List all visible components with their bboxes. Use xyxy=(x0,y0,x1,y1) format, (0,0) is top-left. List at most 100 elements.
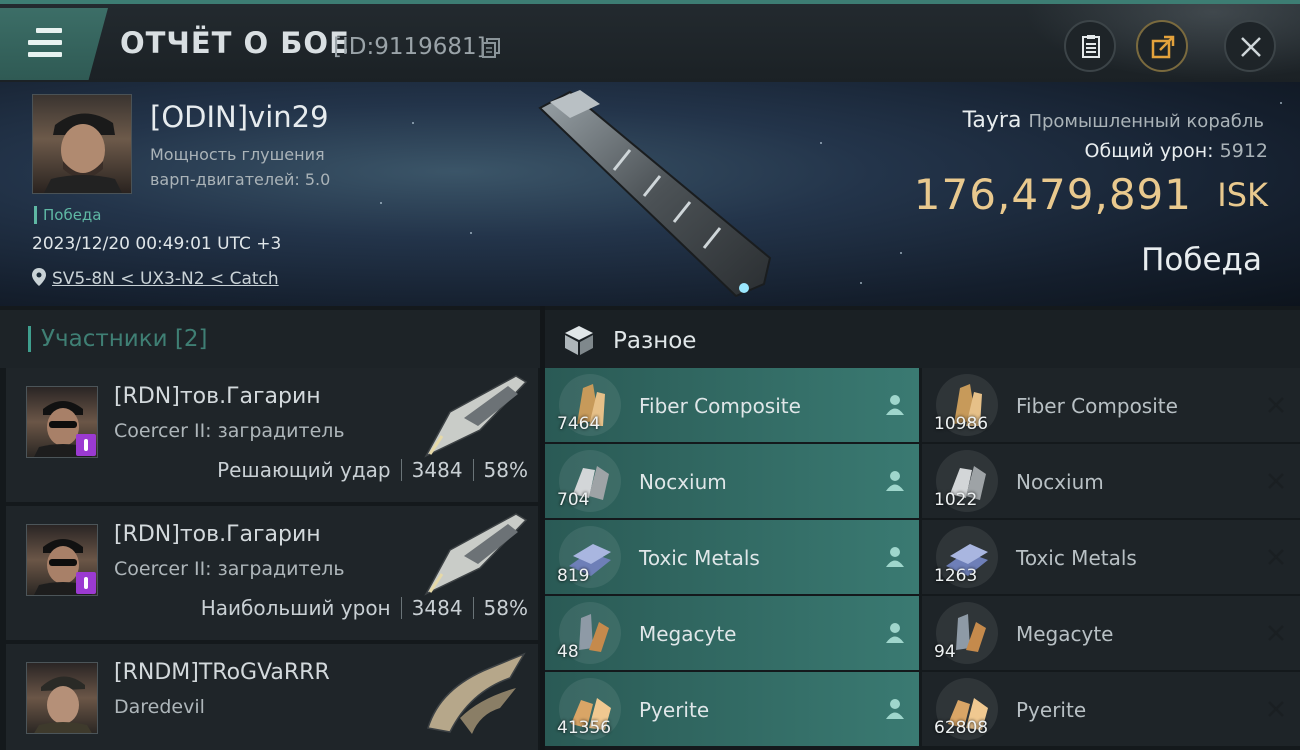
info-badge-icon[interactable] xyxy=(76,572,96,594)
cube-icon xyxy=(565,326,593,355)
page-title: ОТЧЁТ О БОЕ xyxy=(120,26,350,60)
participant-stats: Наибольший урон 3484 58% xyxy=(201,596,528,620)
item-quantity: 10986 xyxy=(934,414,989,434)
destroyed-x-icon xyxy=(1268,625,1284,641)
battle-result: Победа xyxy=(1141,242,1262,278)
item-name: Toxic Metals xyxy=(1016,546,1137,570)
participant-avatar xyxy=(26,662,98,734)
battle-id: [ID:9119681] xyxy=(333,34,486,60)
destroyed-x-icon xyxy=(1268,701,1284,717)
destroyed-x-icon xyxy=(1268,549,1284,565)
person-icon xyxy=(886,547,904,567)
victim-hero: [ODIN]vin29 Мощность глушения варп-двига… xyxy=(0,82,1300,306)
report-button[interactable] xyxy=(1064,20,1116,72)
location-text: SV5-8N < UX3-N2 < Catch xyxy=(52,269,279,289)
ship-name: Tayra xyxy=(962,108,1022,133)
top-bar: ОТЧЁТ О БОЕ [ID:9119681] xyxy=(0,0,1300,86)
participant-role: Решающий удар xyxy=(217,458,391,482)
participant-row[interactable]: [RDN]тов.Гагарин Coercer II: заградитель… xyxy=(6,368,538,502)
close-button[interactable] xyxy=(1224,20,1276,72)
attribute-line-1: Мощность глушения xyxy=(150,145,325,164)
victim-ship[interactable]: Tayra Промышленный корабль xyxy=(963,108,1264,133)
participant-percent: 58% xyxy=(483,596,528,620)
participant-name: [RDN]тов.Гагарин xyxy=(114,384,321,409)
share-icon xyxy=(1151,35,1175,59)
participant-ship-image xyxy=(424,513,528,596)
attribute-line-2: варп-двигателей: 5.0 xyxy=(150,170,331,189)
participant-damage: 3484 xyxy=(411,596,463,620)
participant-row[interactable]: [RNDM]TRoGVaRRR Daredevil xyxy=(6,644,538,750)
participant-row[interactable]: [RDN]тов.Гагарин Coercer II: заградитель… xyxy=(6,506,538,640)
item-name: Megacyte xyxy=(1016,622,1114,646)
destroyed-item[interactable]: 10986 Fiber Composite xyxy=(922,368,1300,442)
item-name: Nocxium xyxy=(639,470,727,494)
destroyed-item[interactable]: 1022 Nocxium xyxy=(922,444,1300,518)
item-quantity: 41356 xyxy=(557,718,612,738)
battle-datetime: 2023/12/20 00:49:01 UTC +3 xyxy=(32,234,282,254)
participant-ship-image xyxy=(427,652,526,734)
item-name: Megacyte xyxy=(639,622,737,646)
location-pin-icon xyxy=(32,268,46,286)
isk-value: 176,479,891 xyxy=(913,170,1192,219)
participant-ship-image xyxy=(424,375,528,458)
victim-attribute: Мощность глушения варп-двигателей: 5.0 xyxy=(150,142,330,192)
hamburger-icon xyxy=(28,28,62,64)
item-quantity: 62808 xyxy=(934,718,989,738)
item-quantity: 94 xyxy=(934,642,956,662)
participants-header[interactable]: Участники [2] xyxy=(0,310,540,368)
participant-ship: Coercer II: заградитель xyxy=(114,420,345,442)
result-tag: Победа xyxy=(34,206,102,224)
destroyed-item[interactable]: 94 Megacyte xyxy=(922,596,1300,670)
share-button[interactable] xyxy=(1136,20,1188,72)
destroyed-x-icon xyxy=(1268,473,1284,489)
participant-name: [RNDM]TRoGVaRRR xyxy=(114,660,330,685)
total-damage-value: 5912 xyxy=(1219,140,1268,162)
item-name: Pyerite xyxy=(639,698,710,722)
menu-button[interactable] xyxy=(0,8,108,80)
person-icon xyxy=(886,395,904,415)
victim-avatar[interactable] xyxy=(32,94,132,194)
participant-role: Наибольший урон xyxy=(200,596,391,620)
participants-panel: Участники [2] [RDN]тов.Гагарин Coercer I… xyxy=(0,306,540,750)
dropped-item[interactable]: 819 Toxic Metals xyxy=(545,520,919,594)
victim-name[interactable]: [ODIN]vin29 xyxy=(150,100,329,134)
participant-ship: Daredevil xyxy=(114,696,205,718)
clipboard-icon xyxy=(1082,35,1100,58)
copy-icon[interactable] xyxy=(482,38,500,58)
dropped-item[interactable]: 704 Nocxium xyxy=(545,444,919,518)
misc-header: Разное xyxy=(545,310,1300,368)
isk-unit: ISK xyxy=(1217,176,1268,214)
destroyed-item[interactable]: 1263 Toxic Metals xyxy=(922,520,1300,594)
victim-ship-image xyxy=(538,90,772,298)
item-name: Fiber Composite xyxy=(639,394,801,418)
ship-class: Промышленный корабль xyxy=(1028,111,1264,132)
info-badge-icon[interactable] xyxy=(76,434,96,456)
item-name: Toxic Metals xyxy=(639,546,760,570)
item-quantity: 7464 xyxy=(557,414,601,434)
misc-title: Разное xyxy=(613,328,697,354)
item-quantity: 1263 xyxy=(934,566,978,586)
person-icon xyxy=(886,471,904,491)
misc-panel: Разное 7464 Fiber Composite 704 Nocxium … xyxy=(545,306,1300,750)
dropped-item[interactable]: 48 Megacyte xyxy=(545,596,919,670)
total-damage: Общий урон: 5912 xyxy=(1085,140,1268,162)
battle-location[interactable]: SV5-8N < UX3-N2 < Catch xyxy=(32,268,279,289)
item-quantity: 819 xyxy=(557,566,590,586)
item-name: Fiber Composite xyxy=(1016,394,1178,418)
item-quantity: 1022 xyxy=(934,490,978,510)
participant-stats: Решающий удар 3484 58% xyxy=(217,458,528,482)
person-icon xyxy=(886,699,904,719)
participants-title: Участники [2] xyxy=(28,326,207,352)
destroyed-x-icon xyxy=(1268,397,1284,413)
dropped-item[interactable]: 41356 Pyerite xyxy=(545,672,919,746)
close-icon xyxy=(1241,37,1261,57)
participant-name: [RDN]тов.Гагарин xyxy=(114,522,321,547)
destroyed-item[interactable]: 62808 Pyerite xyxy=(922,672,1300,746)
person-icon xyxy=(886,623,904,643)
item-quantity: 704 xyxy=(557,490,590,510)
item-quantity: 48 xyxy=(557,642,579,662)
dropped-item[interactable]: 7464 Fiber Composite xyxy=(545,368,919,442)
participant-percent: 58% xyxy=(483,458,528,482)
total-damage-label: Общий урон: xyxy=(1084,140,1214,162)
item-name: Nocxium xyxy=(1016,470,1104,494)
